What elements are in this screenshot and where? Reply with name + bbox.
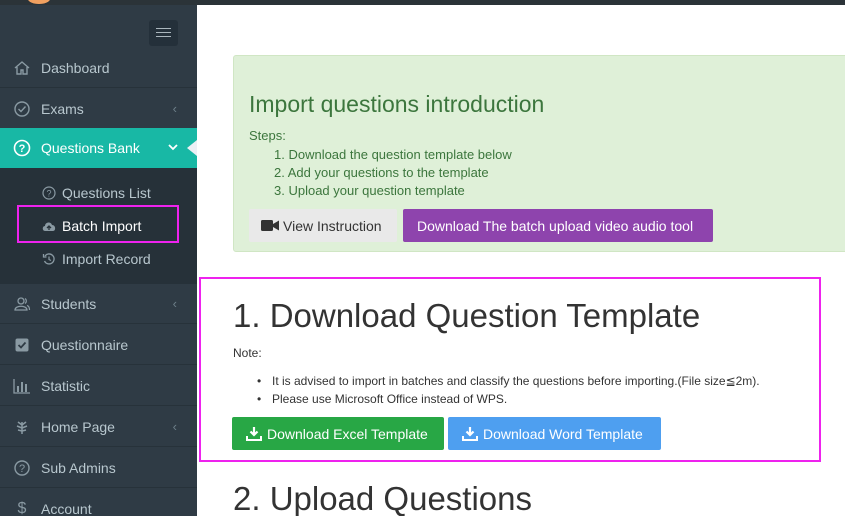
submenu-item-import-record[interactable]: Import Record xyxy=(0,244,197,274)
intro-title: Import questions introduction xyxy=(249,91,545,117)
submenu-item-batch-import[interactable]: Batch Import xyxy=(0,211,197,241)
users-icon xyxy=(13,295,31,313)
sidebar: Dashboard Exams ‹ ? Questions Bank ? Que… xyxy=(0,5,197,516)
sidebar-item-label: Questions Bank xyxy=(41,140,140,156)
hamburger-line xyxy=(156,32,171,33)
view-instruction-button[interactable]: View Instruction xyxy=(249,209,397,242)
sidebar-item-label: Sub Admins xyxy=(41,459,116,476)
submenu-item-label: Batch Import xyxy=(62,218,142,234)
excel-button-label: Download Excel Template xyxy=(267,425,428,442)
sidebar-item-label: Dashboard xyxy=(41,59,110,76)
hamburger-icon xyxy=(156,28,171,29)
view-instruction-label: View Instruction xyxy=(283,217,382,234)
word-button-label: Download Word Template xyxy=(483,425,643,442)
chevron-left-icon: ‹ xyxy=(172,419,177,434)
step-item: 3. Upload your question template xyxy=(274,183,465,198)
cloud-upload-icon xyxy=(41,218,57,234)
download-upload-tool-button[interactable]: Download The batch upload video audio to… xyxy=(403,209,713,242)
check-circle-icon xyxy=(13,100,31,118)
sidebar-item-label: Account xyxy=(41,500,92,516)
note-item: Please use Microsoft Office instead of W… xyxy=(257,390,760,408)
sidebar-item-exams[interactable]: Exams ‹ xyxy=(0,89,197,129)
sidebar-item-questions-bank[interactable]: ? Questions Bank xyxy=(0,128,197,168)
hamburger-line xyxy=(156,36,171,37)
notes-list: It is advised to import in batches and c… xyxy=(257,372,760,408)
sidebar-item-account[interactable]: $ Account xyxy=(0,489,197,516)
question-circle-icon: ? xyxy=(41,185,57,201)
download-tool-label: Download The batch upload video audio to… xyxy=(417,217,694,234)
sidebar-item-label: Questionnaire xyxy=(41,336,129,353)
steps-label: Steps: xyxy=(249,128,286,143)
download-template-heading: 1. Download Question Template xyxy=(233,297,701,334)
chevron-left-icon: ‹ xyxy=(172,296,177,311)
download-icon xyxy=(462,426,478,441)
question-circle-icon: ? xyxy=(13,139,31,157)
sidebar-item-sub-admins[interactable]: ? Sub Admins xyxy=(0,448,197,488)
sidebar-item-home-page[interactable]: Home Page ‹ xyxy=(0,407,197,447)
step-item: 1. Download the question template below xyxy=(274,147,512,162)
svg-text:?: ? xyxy=(19,463,25,475)
logo xyxy=(28,0,50,4)
sidebar-item-label: Home Page xyxy=(41,418,115,435)
download-word-template-button[interactable]: Download Word Template xyxy=(448,417,661,450)
active-indicator xyxy=(187,140,197,156)
sidebar-item-students[interactable]: Students ‹ xyxy=(0,284,197,324)
dollar-icon: $ xyxy=(17,499,27,516)
download-excel-template-button[interactable]: Download Excel Template xyxy=(232,417,444,450)
svg-text:?: ? xyxy=(19,143,26,155)
main-content: Import questions introduction Steps: 1. … xyxy=(197,5,845,516)
sidebar-item-dashboard[interactable]: Dashboard xyxy=(0,48,197,88)
note-item: It is advised to import in batches and c… xyxy=(257,372,760,390)
chevron-left-icon: ‹ xyxy=(172,101,177,116)
history-icon xyxy=(41,251,57,267)
import-intro-panel: Import questions introduction Steps: 1. … xyxy=(233,55,845,252)
sidebar-item-label: Exams xyxy=(41,100,84,117)
sidebar-item-label: Students xyxy=(41,295,97,312)
video-camera-icon xyxy=(261,219,279,232)
sidebar-item-questionnaire[interactable]: Questionnaire xyxy=(0,325,197,365)
submenu-item-label: Questions List xyxy=(62,185,151,201)
question-circle-icon: ? xyxy=(13,459,31,477)
sidebar-item-label: Statistic xyxy=(41,377,91,394)
home-icon xyxy=(13,59,31,77)
checkbox-icon xyxy=(13,336,31,354)
leaf-icon xyxy=(13,418,31,436)
bar-chart-icon xyxy=(13,377,31,395)
sidebar-toggle-button[interactable] xyxy=(149,20,178,46)
chevron-down-icon xyxy=(167,141,179,156)
questions-bank-submenu: ? Questions List Batch Import Import Rec… xyxy=(0,168,197,284)
submenu-item-questions-list[interactable]: ? Questions List xyxy=(0,178,197,208)
svg-text:?: ? xyxy=(46,189,51,199)
submenu-item-label: Import Record xyxy=(62,251,151,267)
upload-questions-heading: 2. Upload Questions xyxy=(233,480,533,516)
sidebar-item-statistic[interactable]: Statistic xyxy=(0,366,197,406)
steps-list: 1. Download the question template below … xyxy=(274,146,512,200)
download-icon xyxy=(246,426,262,441)
note-label: Note: xyxy=(233,346,262,360)
step-item: 2. Add your questions to the template xyxy=(274,165,489,180)
